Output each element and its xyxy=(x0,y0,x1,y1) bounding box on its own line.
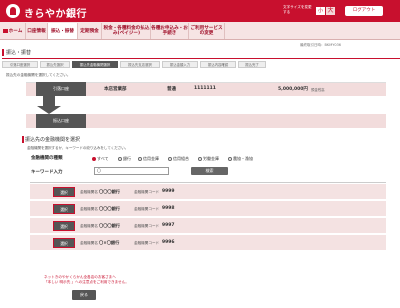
nav-tax-payment[interactable]: 税金・各種料金の払込み(ペイジー) xyxy=(103,23,151,39)
nav-time-deposit[interactable]: 定期預金 xyxy=(78,23,102,39)
step-7: 振込完了 xyxy=(238,61,266,68)
bank-name-value: 〇〇〇銀行 xyxy=(99,223,120,228)
step-6: 振込内容確認 xyxy=(200,61,236,68)
bank-name-label: 金融機関名 xyxy=(80,224,98,228)
radio-label: 銀行 xyxy=(123,156,131,161)
radio-icon xyxy=(118,157,122,161)
font-large-button[interactable]: 大 xyxy=(326,7,335,15)
from-branch: 本店営業部 xyxy=(104,87,127,92)
nav-service-change[interactable]: ご利用サービスの変更 xyxy=(189,23,225,39)
radio-agri[interactable]: 農協・漁協 xyxy=(228,156,253,162)
nav-transfer[interactable]: 振込・振替 xyxy=(48,23,78,39)
step-4: 振込先支店選択 xyxy=(120,61,160,68)
radio-bank[interactable]: 銀行 xyxy=(118,156,131,162)
bank-code-value: 9998 xyxy=(162,206,175,211)
font-size-label: 文字サイズを変更する xyxy=(283,5,312,14)
select-button[interactable]: 選択 xyxy=(53,221,75,231)
font-small-button[interactable]: 小 xyxy=(316,7,325,15)
nav-home[interactable]: ホーム xyxy=(0,23,26,39)
bank-code-label: 金融機関コード xyxy=(134,224,160,228)
bank-code-value: 9997 xyxy=(162,223,175,228)
bank-name-label: 金融機関名 xyxy=(80,190,98,194)
radio-icon xyxy=(138,157,142,161)
step-divider xyxy=(2,58,400,59)
select-button[interactable]: 選択 xyxy=(53,204,75,214)
bank-name-label: 金融機関名 xyxy=(80,207,98,211)
page-title: 振込・振替 xyxy=(6,50,32,56)
results-divider xyxy=(30,182,386,183)
step-3-current: 振込先金融機関選択 xyxy=(72,61,118,68)
balance-label: 預金残高 xyxy=(311,88,325,92)
radio-label: 労働金庫 xyxy=(203,156,219,161)
radio-labor-bank[interactable]: 労働金庫 xyxy=(198,156,219,162)
select-button[interactable]: 選択 xyxy=(53,238,75,248)
bank-select-title: 振込先の金融機関を選択 xyxy=(25,137,81,143)
step-2: 振込先選択 xyxy=(40,61,70,68)
select-button[interactable]: 選択 xyxy=(53,187,75,197)
search-button[interactable]: 検索 xyxy=(191,167,228,175)
last-login-datetime: 最終取引日時：BKMY036 xyxy=(300,43,342,47)
instruction-text: 振込先の金融機関を選択してください。 xyxy=(6,73,71,77)
section-accent xyxy=(22,136,24,143)
notice-text: ネットきのやかくらかん全各店のお客さまへ 「本しい 明示先 」への注意点をご利用… xyxy=(44,275,194,285)
bank-code-value: 9996 xyxy=(162,240,175,245)
radio-label: 農協・漁協 xyxy=(233,156,253,161)
radio-label: 信用金庫 xyxy=(143,156,159,161)
nav-account-info[interactable]: 口座情報 xyxy=(26,23,48,39)
bank-type-label: 金融機関の種類 xyxy=(31,156,63,161)
nav-home-label: ホーム xyxy=(8,28,23,34)
down-arrow-head-icon xyxy=(37,106,61,114)
from-account-label: 引落口座 xyxy=(36,82,86,96)
radio-credit-union[interactable]: 信用組合 xyxy=(168,156,189,162)
bank-name-label: 金融機関名 xyxy=(80,241,98,245)
radio-shinkin[interactable]: 信用金庫 xyxy=(138,156,159,162)
nav-applications[interactable]: 各種お申込み・お手続き xyxy=(151,23,189,39)
radio-all[interactable]: すべて xyxy=(92,156,109,162)
bank-logo-icon xyxy=(6,4,20,18)
keyword-label: キーワード入力 xyxy=(31,170,63,175)
radio-label: すべて xyxy=(97,156,109,161)
notice-line-2: 「本しい 明示先 」への注意点をご利用できません。 xyxy=(44,280,129,284)
bank-select-desc: 金融機関を選択するか、キーワードの絞り込みをしてください。 xyxy=(27,146,129,150)
bank-name-value: 〇〇〇銀行 xyxy=(99,206,120,211)
step-5: 振込金額入力 xyxy=(162,61,198,68)
radio-icon xyxy=(228,157,232,161)
home-icon xyxy=(2,29,8,33)
from-account-type: 普通 xyxy=(167,87,176,92)
to-account-label: 振込口座 xyxy=(36,114,86,128)
from-account-number: 1111111 xyxy=(194,86,216,91)
radio-icon xyxy=(168,157,172,161)
keyword-input[interactable]: 〇 xyxy=(94,167,169,175)
bank-code-label: 金融機関コード xyxy=(134,207,160,211)
bank-code-label: 金融機関コード xyxy=(134,241,160,245)
from-balance: 5,000,000円 xyxy=(278,87,308,92)
title-accent xyxy=(2,49,4,56)
radio-label: 信用組合 xyxy=(173,156,189,161)
bank-code-label: 金融機関コード xyxy=(134,190,160,194)
back-button[interactable]: 戻る xyxy=(72,290,96,300)
step-1: 引落口座選択 xyxy=(2,61,38,68)
radio-checked-icon xyxy=(92,157,96,161)
bank-code-value: 9999 xyxy=(162,189,175,194)
logout-button[interactable]: ログアウト xyxy=(345,6,383,16)
bank-name-value: 〇×〇銀行 xyxy=(99,240,120,245)
down-arrow-icon xyxy=(43,96,55,106)
bank-name: きらやか銀行 xyxy=(24,9,87,20)
radio-icon xyxy=(198,157,202,161)
bank-name-value: 〇〇〇銀行 xyxy=(99,189,120,194)
